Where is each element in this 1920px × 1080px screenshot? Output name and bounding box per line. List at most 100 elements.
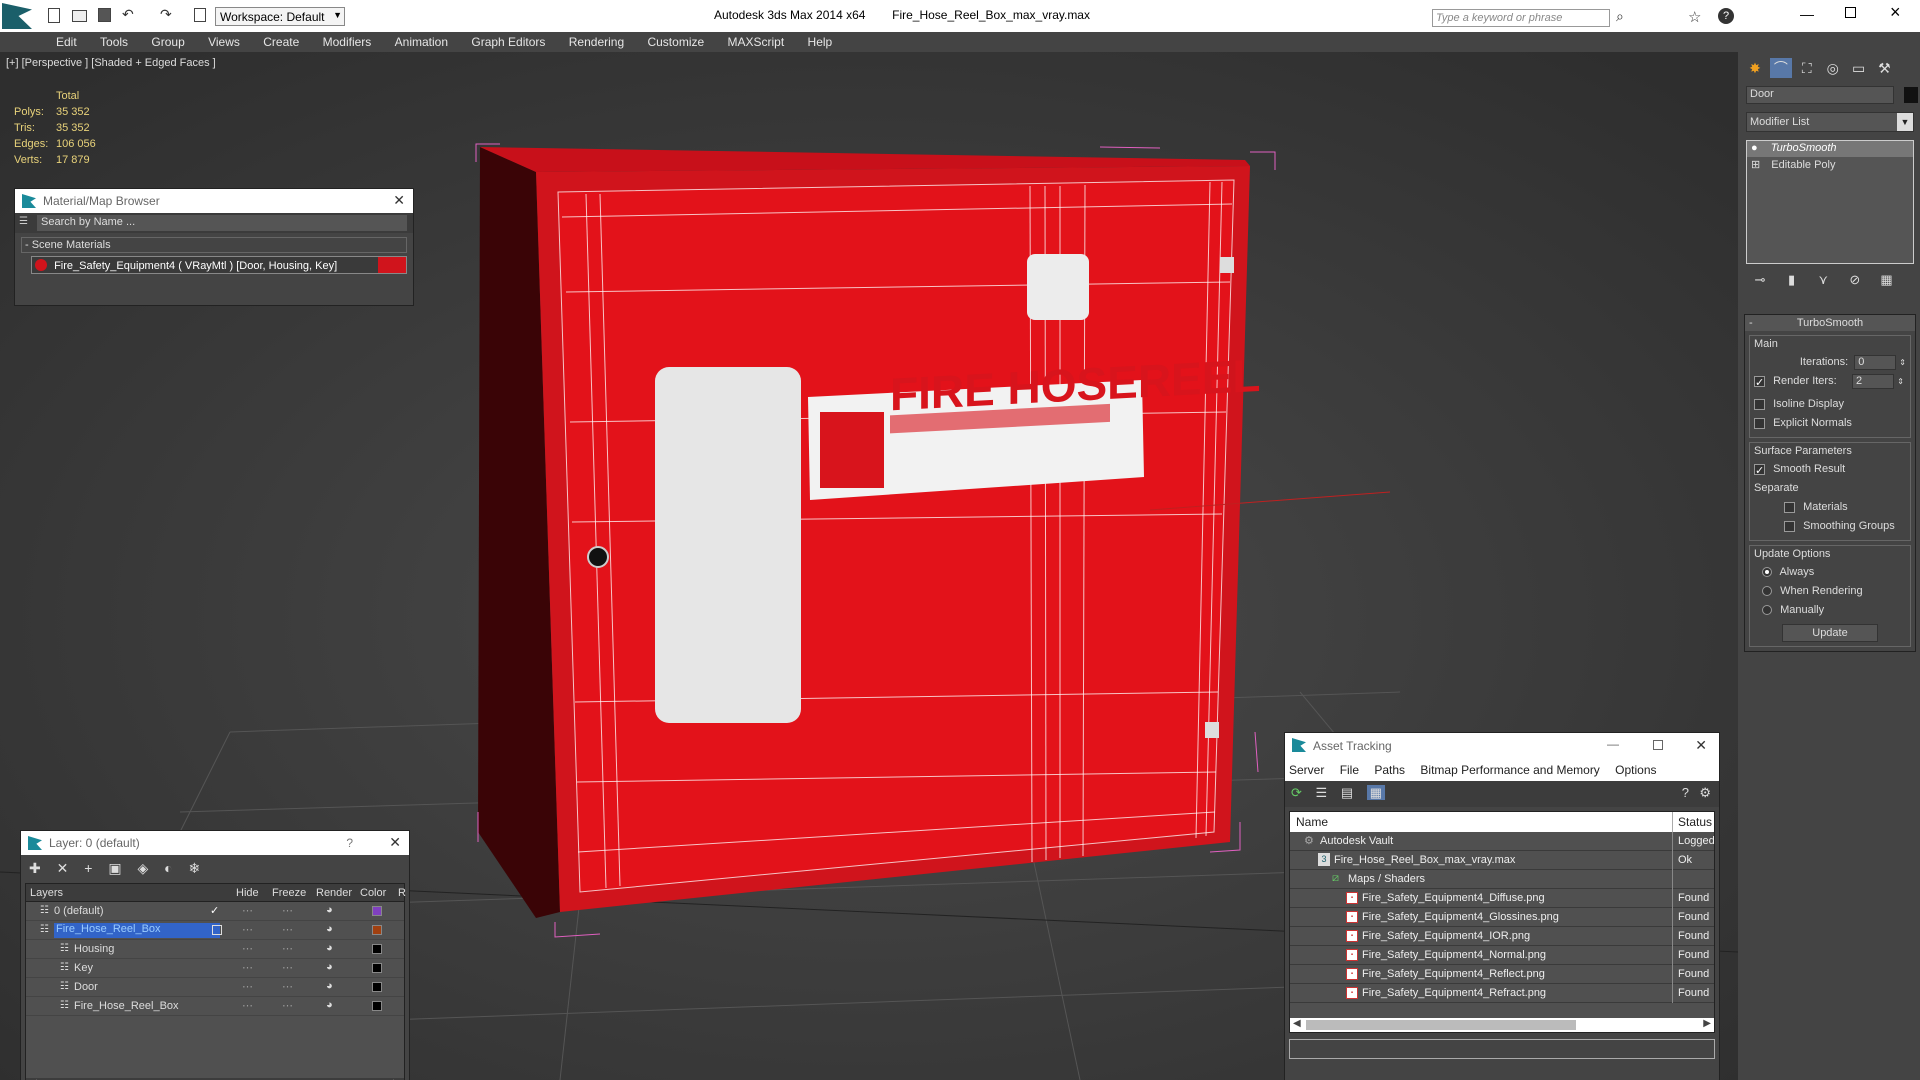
layer-color-swatch[interactable] (372, 1001, 382, 1011)
light-bulb-icon[interactable]: ● (1751, 142, 1758, 154)
layer-row[interactable]: ☷ Fire_Hose_Reel_Box ⋯ ⋯ ◕ (26, 997, 404, 1016)
col-color[interactable]: Color (360, 887, 386, 899)
remove-modifier-icon[interactable]: ⊘ (1841, 272, 1869, 288)
motion-tab-icon[interactable]: ◎ (1822, 60, 1844, 77)
table-view-icon[interactable]: ▦ (1366, 785, 1386, 800)
save-file-icon[interactable] (98, 8, 111, 22)
close-icon[interactable]: ✕ (1695, 737, 1707, 754)
freeze-toggle[interactable]: ⋯ (282, 961, 293, 974)
explicit-normals-checkbox[interactable] (1754, 417, 1765, 429)
list-view-icon[interactable]: ☰ (1316, 785, 1328, 800)
spinner-arrows-icon[interactable]: ⇕ (1897, 372, 1904, 391)
render-teapot-icon[interactable]: ◕ (326, 904, 333, 916)
always-radio[interactable] (1762, 567, 1772, 578)
binoculars-icon[interactable]: ⌕ (1616, 8, 1624, 25)
layer-color-swatch[interactable] (372, 906, 382, 916)
render-teapot-icon[interactable]: ◕ (326, 923, 333, 935)
hide-toggle[interactable]: ⋯ (242, 961, 253, 974)
isoline-checkbox[interactable] (1754, 398, 1765, 410)
asset-row[interactable]: ▪ Fire_Safety_Equipment4_IOR.png Found (1290, 927, 1714, 946)
workspace-dropdown[interactable]: Workspace: Default ▼ (215, 7, 345, 26)
refresh-icon[interactable]: ⟳ (1291, 785, 1302, 800)
col-freeze[interactable]: Freeze (272, 887, 306, 899)
delete-layer-icon[interactable]: ✕ (57, 860, 69, 876)
thumbnail-view-icon[interactable]: ▤ (1341, 785, 1353, 800)
asset-menu-paths[interactable]: Paths (1374, 763, 1405, 777)
maximize-icon[interactable] (1845, 7, 1856, 18)
asset-row[interactable]: ⚙ Autodesk Vault Logged (1290, 832, 1715, 851)
when-rendering-radio[interactable] (1762, 586, 1772, 597)
expand-icon[interactable]: ⊞ (1751, 159, 1760, 171)
smoothing-groups-checkbox[interactable] (1784, 520, 1795, 532)
menu-modifiers[interactable]: Modifiers (313, 32, 382, 52)
freeze-toggle[interactable]: ⋯ (282, 904, 293, 917)
minimize-icon[interactable]: — (1800, 6, 1814, 22)
freeze-toggle[interactable]: ⋯ (282, 980, 293, 993)
col-render[interactable]: Render (316, 887, 352, 899)
menu-edit[interactable]: Edit (46, 32, 87, 52)
perspective-viewport[interactable]: FIRE HOSEREEL [+] [Perspective ] [Shaded… (0, 52, 1738, 1080)
col-status[interactable]: Status (1678, 815, 1712, 829)
material-search-input[interactable]: Search by Name ... (37, 215, 407, 231)
material-browser-titlebar[interactable]: Material/Map Browser ✕ (15, 189, 413, 213)
asset-path-bar[interactable] (1289, 1039, 1715, 1059)
current-layer-check-icon[interactable]: ✓ (210, 904, 219, 917)
maximize-icon[interactable] (1653, 740, 1663, 750)
stack-item-editable-poly[interactable]: ⊞ Editable Poly (1747, 157, 1913, 173)
configure-modifier-sets-icon[interactable]: ▦ (1873, 272, 1901, 288)
display-tab-icon[interactable]: ▭ (1848, 60, 1870, 77)
menu-help[interactable]: Help (798, 32, 843, 52)
hide-toggle[interactable]: ⋯ (242, 904, 253, 917)
object-color-swatch[interactable] (1904, 87, 1918, 103)
add-selection-icon[interactable]: + (84, 860, 92, 876)
menu-create[interactable]: Create (253, 32, 309, 52)
asset-row[interactable]: ▪ Fire_Safety_Equipment4_Reflect.png Found (1290, 965, 1714, 984)
help-icon[interactable]: ? (346, 836, 353, 850)
freeze-toggle[interactable]: ⋯ (282, 942, 293, 955)
freeze-toggle[interactable]: ⋯ (282, 999, 293, 1012)
layer-color-swatch[interactable] (372, 982, 382, 992)
highlight-layer-icon[interactable]: ◈ (137, 860, 148, 876)
render-teapot-icon[interactable]: ◕ (326, 980, 333, 992)
layer-color-swatch[interactable] (372, 925, 382, 935)
pin-stack-icon[interactable]: ⊸ (1746, 272, 1774, 288)
scroll-right-icon[interactable]: ▶ (1703, 1018, 1711, 1029)
create-layer-icon[interactable]: ✚ (29, 860, 41, 876)
update-button[interactable]: Update (1782, 624, 1878, 642)
menu-tools[interactable]: Tools (90, 32, 138, 52)
render-iters-checkbox[interactable] (1754, 374, 1765, 391)
col-layers[interactable]: Layers (30, 887, 63, 899)
freeze-toggle[interactable]: ⋯ (282, 923, 293, 936)
layer-row[interactable]: ☷ Fire_Hose_Reel_Box ⋯ ⋯ ◕ (26, 921, 404, 940)
layer-row[interactable]: ☷ Door ⋯ ⋯ ◕ (26, 978, 404, 997)
asset-row[interactable]: ▪ Fire_Safety_Equipment4_Refract.png Found (1290, 984, 1714, 1003)
asset-row[interactable]: ⧄ Maps / Shaders (1290, 870, 1714, 889)
scroll-left-icon[interactable]: ◀ (1293, 1018, 1301, 1029)
menu-graph-editors[interactable]: Graph Editors (461, 32, 555, 52)
menu-views[interactable]: Views (198, 32, 250, 52)
asset-row[interactable]: ▪ Fire_Safety_Equipment4_Diffuse.png Found (1290, 889, 1714, 908)
star-icon[interactable]: ☆ (1688, 8, 1701, 26)
help-icon[interactable]: ? (1682, 785, 1689, 800)
asset-scrollbar[interactable]: ◀ ▶ (1290, 1018, 1714, 1032)
spinner-arrows-icon[interactable]: ⇕ (1899, 358, 1906, 367)
scene-materials-group[interactable]: - Scene Materials (21, 237, 407, 253)
open-file-icon[interactable] (72, 10, 87, 22)
create-tab-icon[interactable]: ✸ (1744, 60, 1766, 77)
layer-panel-titlebar[interactable]: Layer: 0 (default) ? ✕ (21, 831, 409, 855)
render-iters-spinner[interactable]: 2 (1852, 374, 1894, 389)
asset-row[interactable]: 3 Fire_Hose_Reel_Box_max_vray.max Ok (1290, 851, 1714, 870)
hide-toggle[interactable]: ⋯ (242, 980, 253, 993)
asset-menu-server[interactable]: Server (1289, 763, 1324, 777)
close-icon[interactable]: ✕ (393, 192, 405, 209)
asset-menu-bitmap-performance[interactable]: Bitmap Performance and Memory (1420, 763, 1599, 777)
scroll-thumb[interactable] (1306, 1020, 1576, 1030)
col-name[interactable]: Name (1296, 815, 1328, 829)
layer-color-swatch[interactable] (372, 963, 382, 973)
materials-checkbox[interactable] (1784, 501, 1795, 513)
iterations-spinner[interactable]: 0 (1854, 354, 1897, 370)
hide-toggle[interactable]: ⋯ (242, 923, 253, 936)
layer-color-swatch[interactable] (372, 944, 382, 954)
close-icon[interactable]: × (1890, 2, 1901, 23)
smooth-result-checkbox[interactable] (1754, 462, 1765, 479)
